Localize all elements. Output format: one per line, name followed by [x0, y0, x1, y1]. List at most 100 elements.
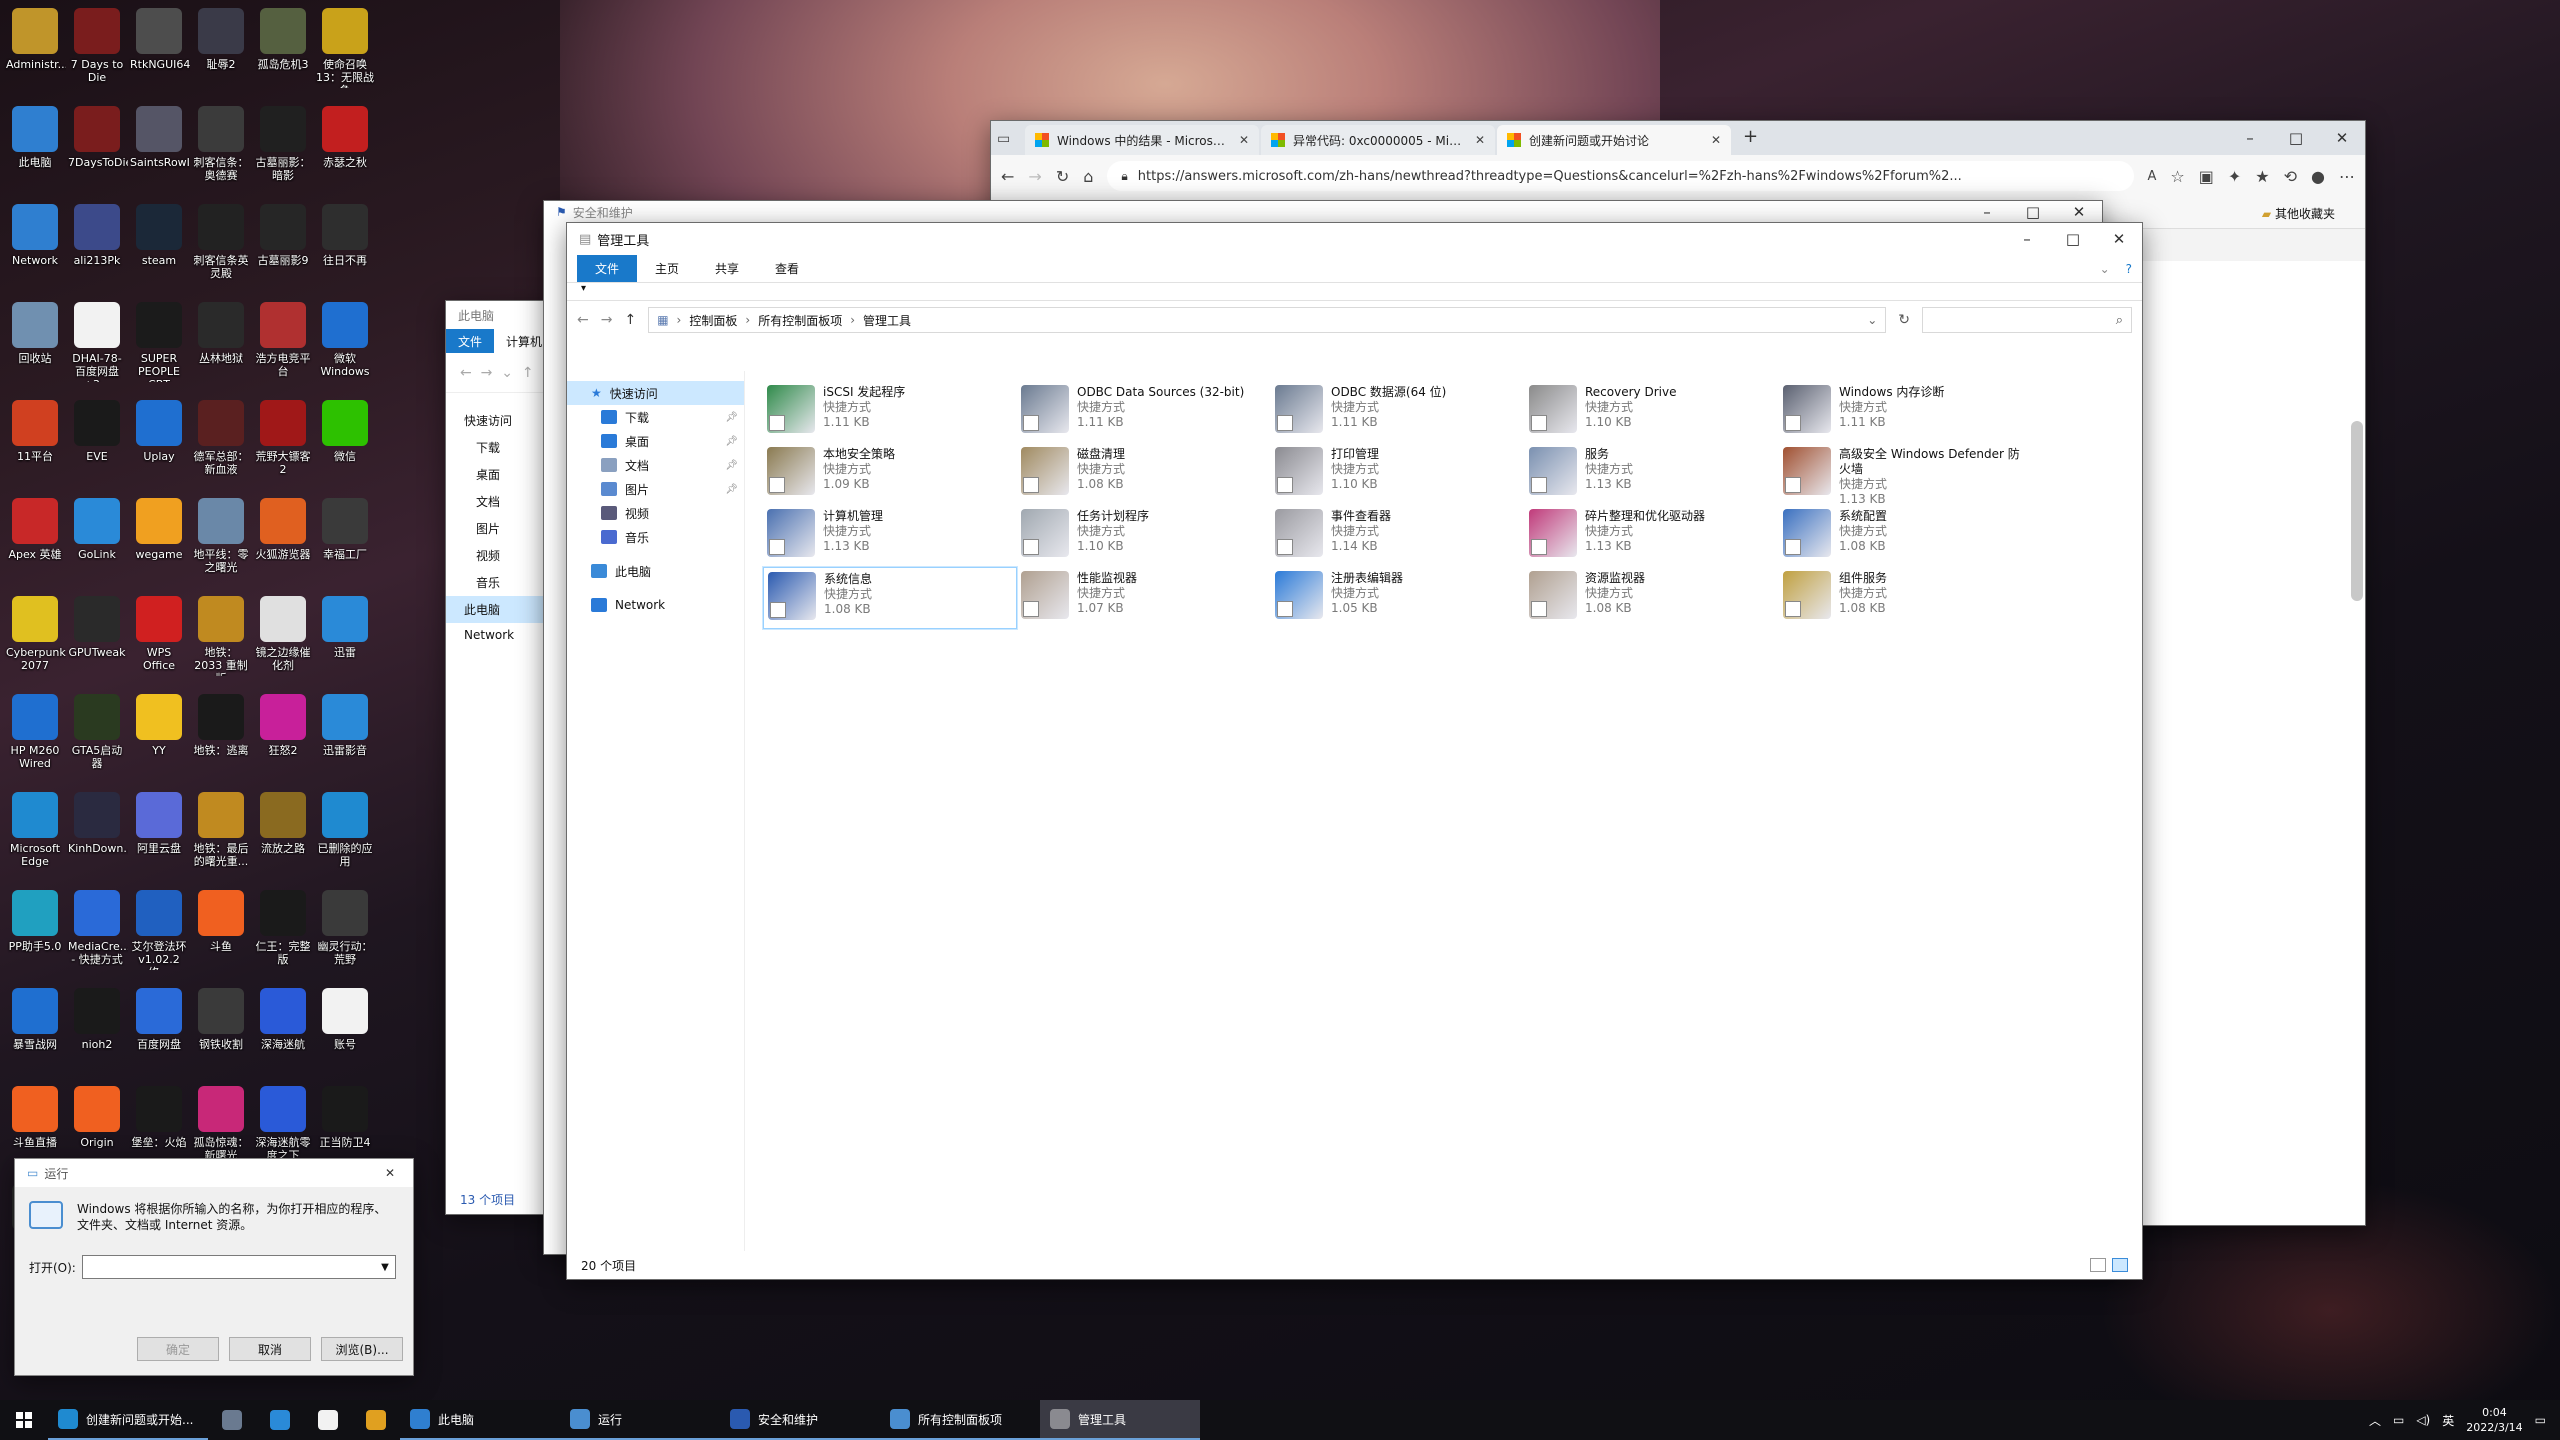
desktop-icon[interactable]: 往日不再 — [314, 198, 376, 294]
clock[interactable]: 0:04 2022/3/14 — [2466, 1405, 2522, 1435]
desktop-icon[interactable]: Cyberpunk 2077 — [4, 590, 66, 686]
desktop-icon[interactable]: WPS Office — [128, 590, 190, 686]
quick-access-toolbar[interactable]: ▾ — [567, 283, 2142, 301]
desktop-icon[interactable]: Network — [4, 198, 66, 294]
close-button[interactable]: ✕ — [2096, 223, 2142, 255]
desktop-icon[interactable]: SUPER PEOPLE CBT — [128, 296, 190, 392]
desktop-icon[interactable]: 深海迷航 — [252, 982, 314, 1078]
address-bar[interactable]: 🔒︎ https://answers.microsoft.com/zh-hans… — [1107, 161, 2134, 191]
breadcrumb[interactable]: ▦ › 控制面板 › 所有控制面板项 › 管理工具 ⌄ — [648, 307, 1887, 333]
taskbar-item[interactable] — [208, 1400, 256, 1440]
help-icon[interactable]: ? — [2116, 255, 2142, 282]
desktop-icon[interactable]: 7DaysToDie — [66, 100, 128, 196]
cancel-button[interactable]: 取消 — [229, 1337, 311, 1361]
start-button[interactable] — [0, 1400, 48, 1440]
desktop-icon[interactable]: 地铁：2033 重制版 — [190, 590, 252, 686]
chevron-down-icon[interactable]: ▼ — [381, 1262, 389, 1273]
desktop-icon[interactable]: 暴雪战网 — [4, 982, 66, 1078]
file-item[interactable]: 高级安全 Windows Defender 防火墙 快捷方式 1.13 KB — [1779, 443, 2033, 506]
taskbar-item[interactable]: 安全和维护 — [720, 1400, 880, 1440]
desktop-icon[interactable]: 古墓丽影：暗影 — [252, 100, 314, 196]
file-item[interactable]: 碎片整理和优化驱动器 快捷方式 1.13 KB — [1525, 505, 1779, 567]
minimize-button[interactable]: – — [2004, 223, 2050, 255]
desktop-icon[interactable]: 德军总部：新血液 — [190, 394, 252, 490]
read-aloud-icon[interactable]: A — [2148, 169, 2157, 184]
desktop-icon[interactable]: 流放之路 — [252, 786, 314, 882]
desktop-icon[interactable]: 荒野大镖客2 — [252, 394, 314, 490]
desktop-icon[interactable]: 回收站 — [4, 296, 66, 392]
more-icon[interactable]: ⋯ — [2339, 167, 2355, 186]
file-item[interactable]: 注册表编辑器 快捷方式 1.05 KB — [1271, 567, 1525, 629]
file-item[interactable]: 本地安全策略 快捷方式 1.09 KB — [763, 443, 1017, 505]
tab-actions-icon[interactable]: ▭ — [997, 131, 1025, 147]
nav-network[interactable]: Network — [567, 593, 744, 617]
desktop-icon[interactable]: Uplay — [128, 394, 190, 490]
browse-button[interactable]: 浏览(B)... — [321, 1337, 403, 1361]
desktop-icon[interactable]: 耻辱2 — [190, 2, 252, 98]
file-item[interactable]: 磁盘清理 快捷方式 1.08 KB — [1017, 443, 1271, 505]
desktop-icon[interactable]: 此电脑 — [4, 100, 66, 196]
desktop-icon[interactable]: wegame — [128, 492, 190, 588]
close-tab-icon[interactable]: ✕ — [1467, 133, 1485, 147]
desktop-icon[interactable]: steam — [128, 198, 190, 294]
desktop-icon[interactable]: 微软 Windows — [314, 296, 376, 392]
ok-button[interactable]: 确定 — [137, 1337, 219, 1361]
desktop-icon[interactable]: 阿里云盘 — [128, 786, 190, 882]
desktop-icon[interactable]: 刺客信条：奥德赛 — [190, 100, 252, 196]
nav-item[interactable]: 视频 — [567, 501, 744, 525]
file-item[interactable]: 任务计划程序 快捷方式 1.10 KB — [1017, 505, 1271, 567]
taskbar-item[interactable]: 管理工具 — [1040, 1400, 1200, 1440]
nav-this-pc[interactable]: 此电脑 — [567, 559, 744, 583]
desktop-icon[interactable]: YY — [128, 688, 190, 784]
home-icon[interactable]: ⌂ — [1083, 167, 1093, 186]
close-button[interactable]: ✕ — [2319, 125, 2365, 151]
file-item[interactable]: Recovery Drive 快捷方式 1.10 KB — [1525, 381, 1779, 443]
close-tab-icon[interactable]: ✕ — [1231, 133, 1249, 147]
desktop-icon[interactable]: GoLink — [66, 492, 128, 588]
desktop-icon[interactable]: 斗鱼 — [190, 884, 252, 980]
maximize-button[interactable]: □ — [2050, 223, 2096, 255]
desktop-icon[interactable]: 钢铁收割 — [190, 982, 252, 1078]
extensions-icon[interactable]: ✦ — [2228, 167, 2241, 186]
desktop-icon[interactable]: RtkNGUI64 — [128, 2, 190, 98]
browser-tab[interactable]: 异常代码: 0xc0000005 - Microsof...✕ — [1261, 125, 1495, 155]
desktop-icon[interactable]: 使命召唤13：无限战争 — [314, 2, 376, 98]
desktop-icon[interactable]: 艾尔登法环 v1.02.2修... — [128, 884, 190, 980]
desktop-icon[interactable]: 7 Days to Die — [66, 2, 128, 98]
nav-quick-access[interactable]: ★ 快速访问 — [567, 381, 744, 405]
chevron-up-icon[interactable]: ︿ — [2369, 1412, 2381, 1429]
file-item[interactable]: 服务 快捷方式 1.13 KB — [1525, 443, 1779, 505]
taskbar-item[interactable] — [256, 1400, 304, 1440]
favorites-icon[interactable]: ★ — [2255, 167, 2269, 186]
crumb-control-panel[interactable]: 控制面板 — [689, 312, 737, 329]
desktop-icon[interactable]: Apex 英雄 — [4, 492, 66, 588]
file-item[interactable]: 系统信息 快捷方式 1.08 KB — [762, 566, 1018, 630]
forward-icon[interactable]: → — [601, 312, 613, 328]
desktop-icon[interactable]: 狂怒2 — [252, 688, 314, 784]
desktop-icon[interactable]: 11平台 — [4, 394, 66, 490]
taskbar-item[interactable]: 运行 — [560, 1400, 720, 1440]
refresh-icon[interactable]: ↻ — [1056, 167, 1069, 186]
desktop-icon[interactable]: 丛林地狱 — [190, 296, 252, 392]
close-tab-icon[interactable]: ✕ — [1703, 133, 1721, 147]
desktop-icon[interactable]: 古墓丽影9 — [252, 198, 314, 294]
notification-icon[interactable]: ▭ — [2535, 1413, 2546, 1427]
desktop-icon[interactable]: KinhDown... — [66, 786, 128, 882]
close-button[interactable]: ✕ — [367, 1159, 413, 1187]
history-icon[interactable]: ⟲ — [2284, 167, 2297, 186]
desktop-icon[interactable]: EVE — [66, 394, 128, 490]
desktop-icon[interactable]: 地铁：最后的曙光重... — [190, 786, 252, 882]
nav-item[interactable]: 图片 📌︎ — [567, 477, 744, 501]
desktop-icon[interactable]: nioh2 — [66, 982, 128, 1078]
profile-avatar[interactable]: ● — [2311, 167, 2325, 186]
tab-share[interactable]: 共享 — [697, 255, 757, 282]
desktop-icon[interactable]: GTA5启动器 — [66, 688, 128, 784]
desktop-icon[interactable]: ali213Pk — [66, 198, 128, 294]
chevron-down-icon[interactable]: ⌄ — [1867, 313, 1877, 327]
refresh-icon[interactable]: ↻ — [1898, 312, 1910, 328]
taskbar-item[interactable]: 所有控制面板项 — [880, 1400, 1040, 1440]
open-input[interactable]: ▼ — [81, 1255, 396, 1279]
collections-icon[interactable]: ▣ — [2199, 167, 2214, 186]
nav-item[interactable]: 音乐 — [567, 525, 744, 549]
ime-indicator[interactable]: 英 — [2442, 1412, 2454, 1429]
